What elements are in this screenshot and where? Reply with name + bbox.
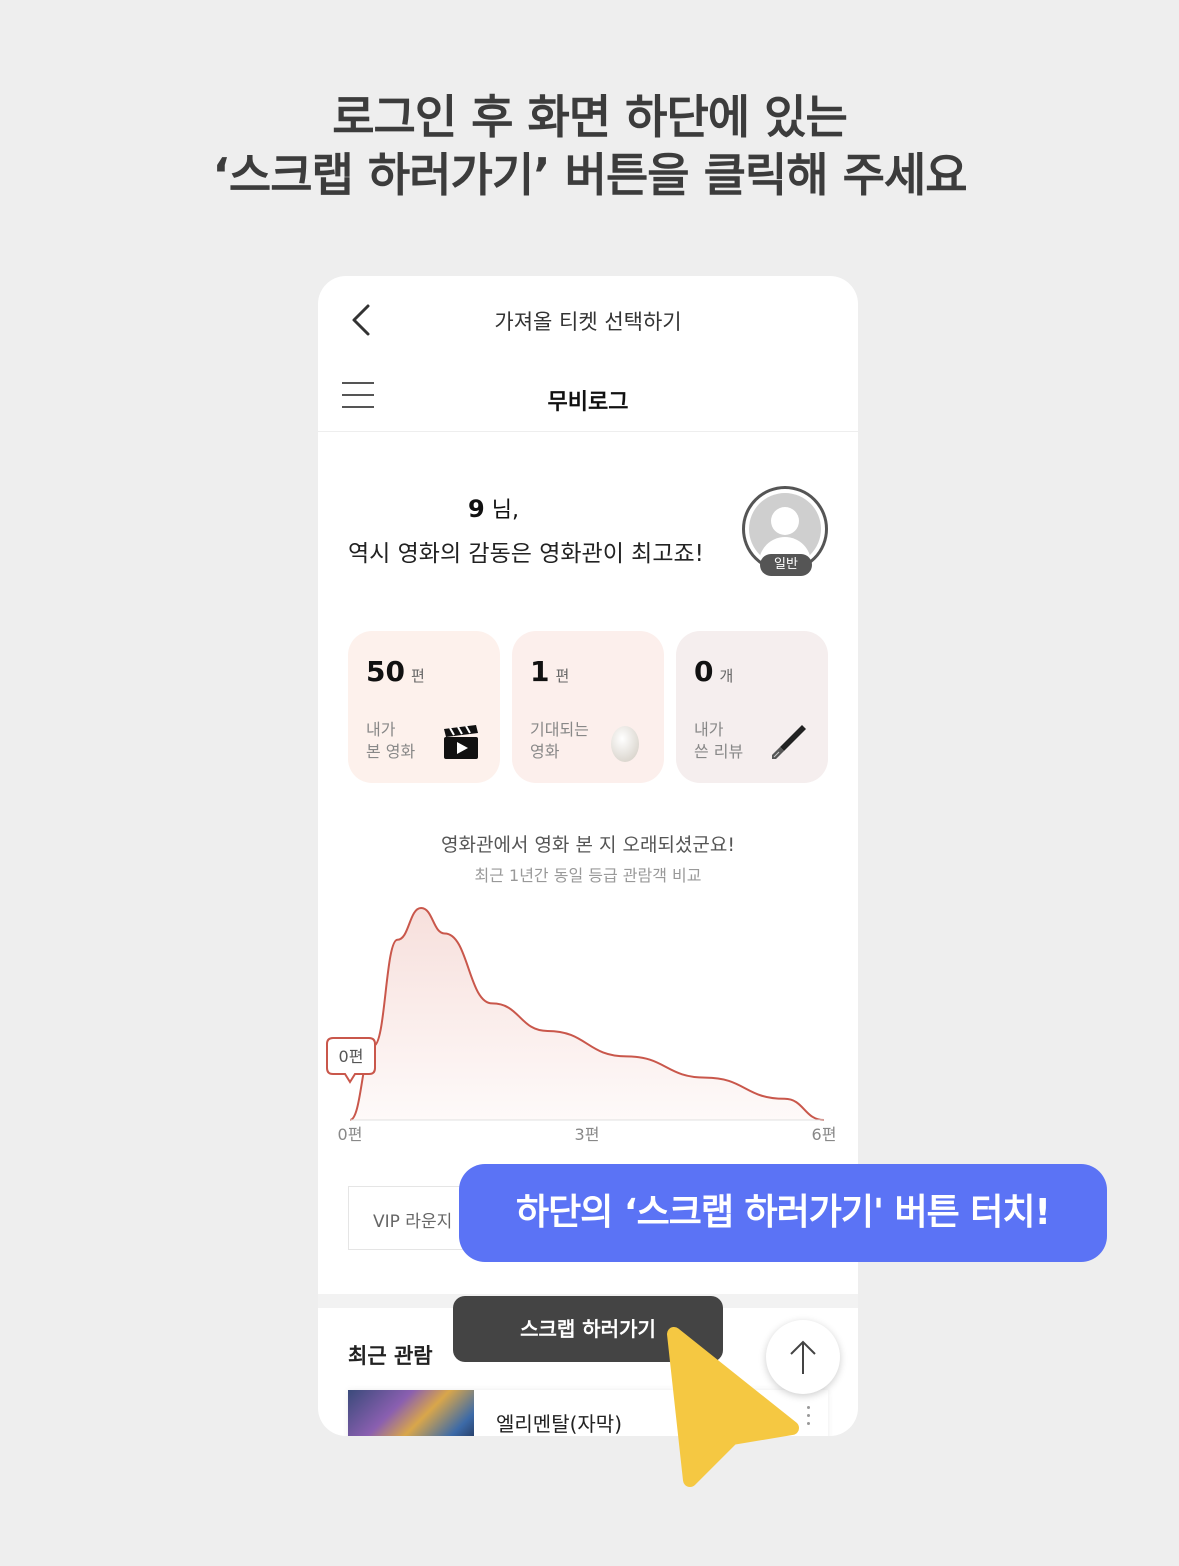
top-bar: 가져올 티켓 선택하기 bbox=[318, 276, 858, 366]
stat-value: 0 bbox=[694, 655, 714, 688]
stat-card-reviews[interactable]: 0개 내가 쓴 리뷰 bbox=[676, 631, 828, 783]
x-tick-label: 0편 bbox=[338, 1125, 363, 1144]
greeting-name: 9 님, bbox=[468, 495, 519, 523]
fountain-pen-icon bbox=[772, 725, 806, 759]
app-title: 무비로그 bbox=[547, 390, 629, 415]
movie-title: 엘리멘탈(자막) bbox=[496, 1412, 623, 1436]
stat-unit: 개 bbox=[719, 667, 734, 685]
recent-section-title: 최근 관람 bbox=[348, 1344, 433, 1368]
stat-unit: 편 bbox=[410, 667, 425, 685]
greeting-message: 역시 영화의 감동은 영화관이 최고죠! bbox=[348, 541, 704, 567]
app-header: 무비로그 bbox=[318, 366, 858, 432]
clapperboard-icon bbox=[444, 725, 478, 759]
x-tick-label: 3편 bbox=[575, 1125, 600, 1144]
stat-card-expected[interactable]: 1편 기대되는 영화 bbox=[512, 631, 664, 783]
marker-label: 0편 bbox=[339, 1047, 364, 1066]
x-tick-label: 6편 bbox=[812, 1125, 837, 1144]
more-options-icon[interactable] bbox=[803, 1406, 813, 1432]
egg-icon bbox=[611, 726, 639, 762]
stat-value: 50 bbox=[366, 655, 405, 688]
distribution-chart: 0편 3편 6편 0편 bbox=[326, 906, 837, 1144]
headline-line1: 로그인 후 화면 하단에 있는 bbox=[332, 90, 848, 144]
stat-unit: 편 bbox=[555, 667, 570, 685]
pointer-cursor-icon bbox=[667, 1327, 799, 1487]
instruction-headline: 로그인 후 화면 하단에 있는 ‘스크랩 하러가기’ 버튼을 클릭해 주세요 bbox=[0, 88, 1179, 204]
headline-line2: ‘스크랩 하러가기’ 버튼을 클릭해 주세요 bbox=[212, 148, 967, 202]
phone-screen: 가져올 티켓 선택하기 무비로그 9 님, 역시 영화의 감동은 영화관이 최고… bbox=[318, 276, 858, 1436]
chart-subtitle: 최근 1년간 동일 등급 관람객 비교 bbox=[474, 866, 702, 885]
stat-value: 1 bbox=[530, 655, 550, 688]
grade-badge: 일반 bbox=[760, 554, 812, 576]
vip-label: VIP 라운지 bbox=[373, 1212, 453, 1232]
page-title: 가져올 티켓 선택하기 bbox=[494, 310, 682, 334]
stat-card-watched[interactable]: 50 편 내가 본 영화 bbox=[348, 631, 500, 783]
chart-title: 영화관에서 영화 본 지 오래되셨군요! bbox=[441, 834, 735, 856]
instruction-callout: 하단의 ‘스크랩 하러가기' 버튼 터치! bbox=[459, 1164, 1107, 1262]
movie-poster bbox=[348, 1390, 474, 1436]
chart-area bbox=[350, 908, 824, 1120]
